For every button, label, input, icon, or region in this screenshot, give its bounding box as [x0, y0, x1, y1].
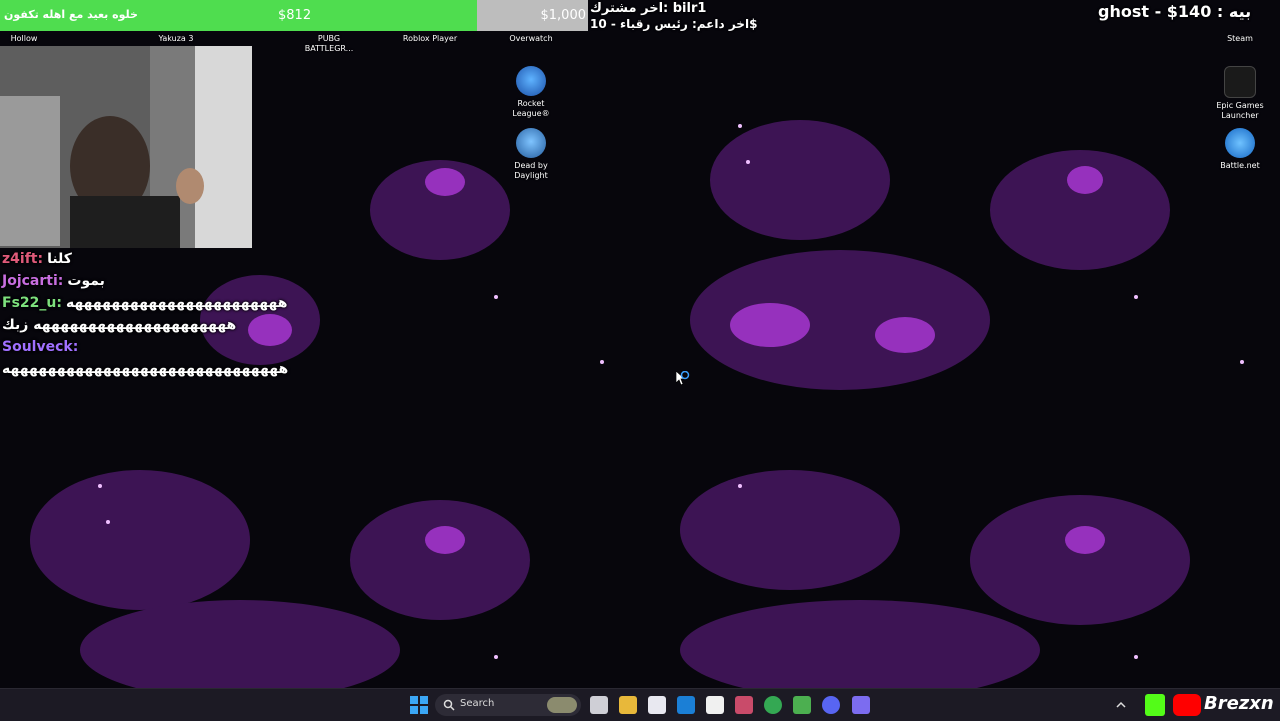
chat-text: ههههههههههههههههههههههههههههههه [2, 361, 289, 377]
desktop-icon-epic-games[interactable]: Epic Games Launcher [1208, 66, 1272, 121]
windows-start-icon[interactable] [410, 696, 428, 714]
discord-icon[interactable] [822, 696, 840, 714]
desktop-icon-label: Yakuza 3 [158, 34, 194, 43]
chat-message: z4ift: كلنا [2, 248, 302, 270]
top-donator: ghost - $140 : بيه [1098, 2, 1252, 21]
desktop-icon-label: PUBG BATTLEGR... [304, 34, 354, 53]
desktop-icon-label: Rocket League® [512, 99, 550, 118]
webcam-feed [0, 46, 252, 248]
chat-username: Fs22_u: [2, 295, 62, 311]
chat-message: Soulveck: [2, 336, 302, 358]
latest-supporter: اخر داعم: رئيس رقباء - 10$ [590, 17, 758, 31]
chat-username: z4ift: [2, 251, 44, 267]
desktop-icon-label: Overwatch [509, 34, 553, 43]
streamer-brand: Brezxn [1204, 693, 1274, 714]
dead-by-daylight-icon [516, 128, 546, 158]
chat-message: هههههههههههههههههههههه زبك [2, 314, 302, 336]
desktop-icon-steam[interactable]: Steam [1208, 34, 1272, 44]
chat-text: هههههههههههههههههههههه زبك [2, 317, 237, 333]
search-icon [443, 699, 455, 711]
desktop-icon-pubg[interactable]: PUBG BATTLEGR... [297, 34, 361, 54]
desktop-icon-label: Epic Games Launcher [1216, 101, 1264, 120]
xbox-icon[interactable] [706, 696, 724, 714]
chat-username: Jojcarti: [2, 273, 64, 289]
desktop-icon-label: Battle.net [1220, 161, 1260, 170]
minecraft-icon[interactable] [793, 696, 811, 714]
desktop-icon-battlenet[interactable]: Battle.net [1208, 128, 1272, 171]
chat-username: Soulveck: [2, 339, 79, 355]
donation-goal-bar: خلوه بعيد مع اهله تكفون $812 $1,000 [0, 0, 588, 31]
chrome-icon[interactable] [764, 696, 782, 714]
donation-message: خلوه بعيد مع اهله تكفون [4, 8, 138, 21]
desktop-icon-rocket-league[interactable]: Rocket League® [499, 66, 563, 119]
chat-text: كلنا [47, 251, 72, 267]
desktop-icon-label: Roblox Player [402, 34, 458, 43]
desktop-icon-dead-by-daylight[interactable]: Dead by Daylight [499, 128, 563, 181]
desktop-icon-label: Hollow [10, 34, 38, 43]
task-view-icon[interactable] [590, 696, 608, 714]
chat-text: بموت [67, 273, 105, 289]
microsoft-store-icon[interactable] [648, 696, 666, 714]
donation-current: $812 [278, 8, 312, 23]
latest-subscriber: اخر مشترك: bilr1 [590, 1, 707, 16]
desktop-icon-hollow[interactable]: Hollow [0, 34, 56, 44]
taskbar-search[interactable]: Search [435, 694, 581, 716]
desktop-icon-yakuza[interactable]: Yakuza 3 [144, 34, 208, 44]
mail-icon[interactable] [677, 696, 695, 714]
chat-message: Fs22_u: هههههههههههههههههههههههه [2, 292, 302, 314]
chat-message: Jojcarti: بموت [2, 270, 302, 292]
desktop-icon-overwatch[interactable]: Overwatch [499, 34, 563, 44]
youtube-icon [1173, 694, 1201, 716]
epic-games-icon [1224, 66, 1256, 98]
search-placeholder: Search [460, 698, 495, 709]
mouse-cursor-icon [676, 371, 690, 386]
search-highlight-icon [547, 697, 577, 713]
rocket-league-icon [516, 66, 546, 96]
tray-chevron-up-icon[interactable] [1115, 699, 1127, 711]
stream-chat: z4ift: كلنا Jojcarti: بموت Fs22_u: هههههههه… [2, 248, 302, 380]
file-explorer-icon[interactable] [619, 696, 637, 714]
desktop-icon-label: Steam [1227, 34, 1253, 43]
chat-message: ههههههههههههههههههههههههههههههه [2, 358, 302, 380]
kick-icon [1145, 694, 1165, 716]
chat-text: هههههههههههههههههههههههه [65, 295, 288, 311]
taskbar: Search Brezxn [0, 688, 1280, 721]
donation-goal: $1,000 [540, 8, 587, 23]
desktop-icon-label: Dead by Daylight [514, 161, 548, 180]
app-icon[interactable] [852, 696, 870, 714]
desktop-icon-roblox[interactable]: Roblox Player [398, 34, 462, 44]
battlenet-icon [1225, 128, 1255, 158]
game-app-icon[interactable] [735, 696, 753, 714]
